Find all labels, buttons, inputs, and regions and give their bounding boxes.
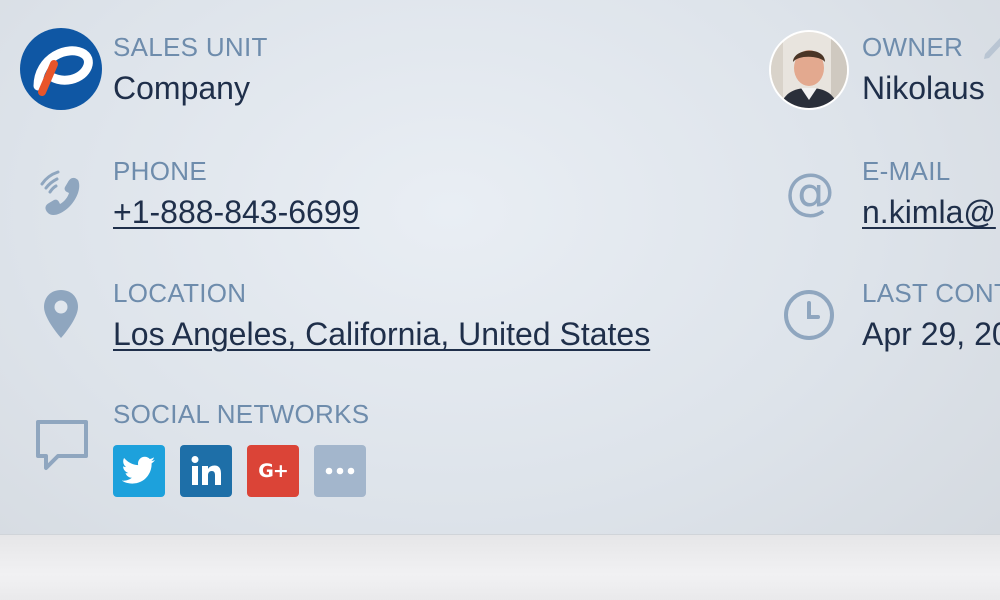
owner-avatar[interactable] [769,30,849,110]
owner-label: OWNER [862,32,964,62]
social-networks-label: SOCIAL NETWORKS [113,399,370,429]
phone-icon [34,166,88,220]
linkedin-button[interactable] [180,445,232,497]
phone-label: PHONE [113,156,207,186]
footer-band [0,534,1000,600]
twitter-icon [122,456,155,484]
more-icon [325,467,355,475]
pencil-icon[interactable] [982,30,1000,60]
map-pin-icon [42,288,80,340]
owner-value: Nikolaus [862,70,985,106]
phone-link[interactable]: +1-888-843-6699 [113,194,359,231]
sales-unit-label: SALES UNIT [113,32,268,62]
svg-text:@: @ [785,163,835,221]
location-label: LOCATION [113,278,247,308]
linkedin-icon [191,456,221,485]
last-contact-value: Apr 29, 20 [862,316,1000,352]
sales-unit-value: Company [113,70,250,106]
location-link[interactable]: Los Angeles, California, United States [113,316,650,353]
more-networks-button[interactable] [314,445,366,497]
company-logo-icon [20,28,102,110]
last-contact-label: LAST CONT [862,278,1000,308]
at-sign-icon: @ [780,162,840,222]
contact-details-card: SALES UNIT Company OWNER Nikolaus PHONE … [0,0,1000,534]
speech-bubble-icon [34,418,90,472]
twitter-button[interactable] [113,445,165,497]
google-plus-icon: G+ [258,460,288,482]
google-plus-button[interactable]: G+ [247,445,299,497]
email-label: E-MAIL [862,156,951,186]
clock-icon [782,288,836,342]
email-link[interactable]: n.kimla@ [862,194,996,231]
